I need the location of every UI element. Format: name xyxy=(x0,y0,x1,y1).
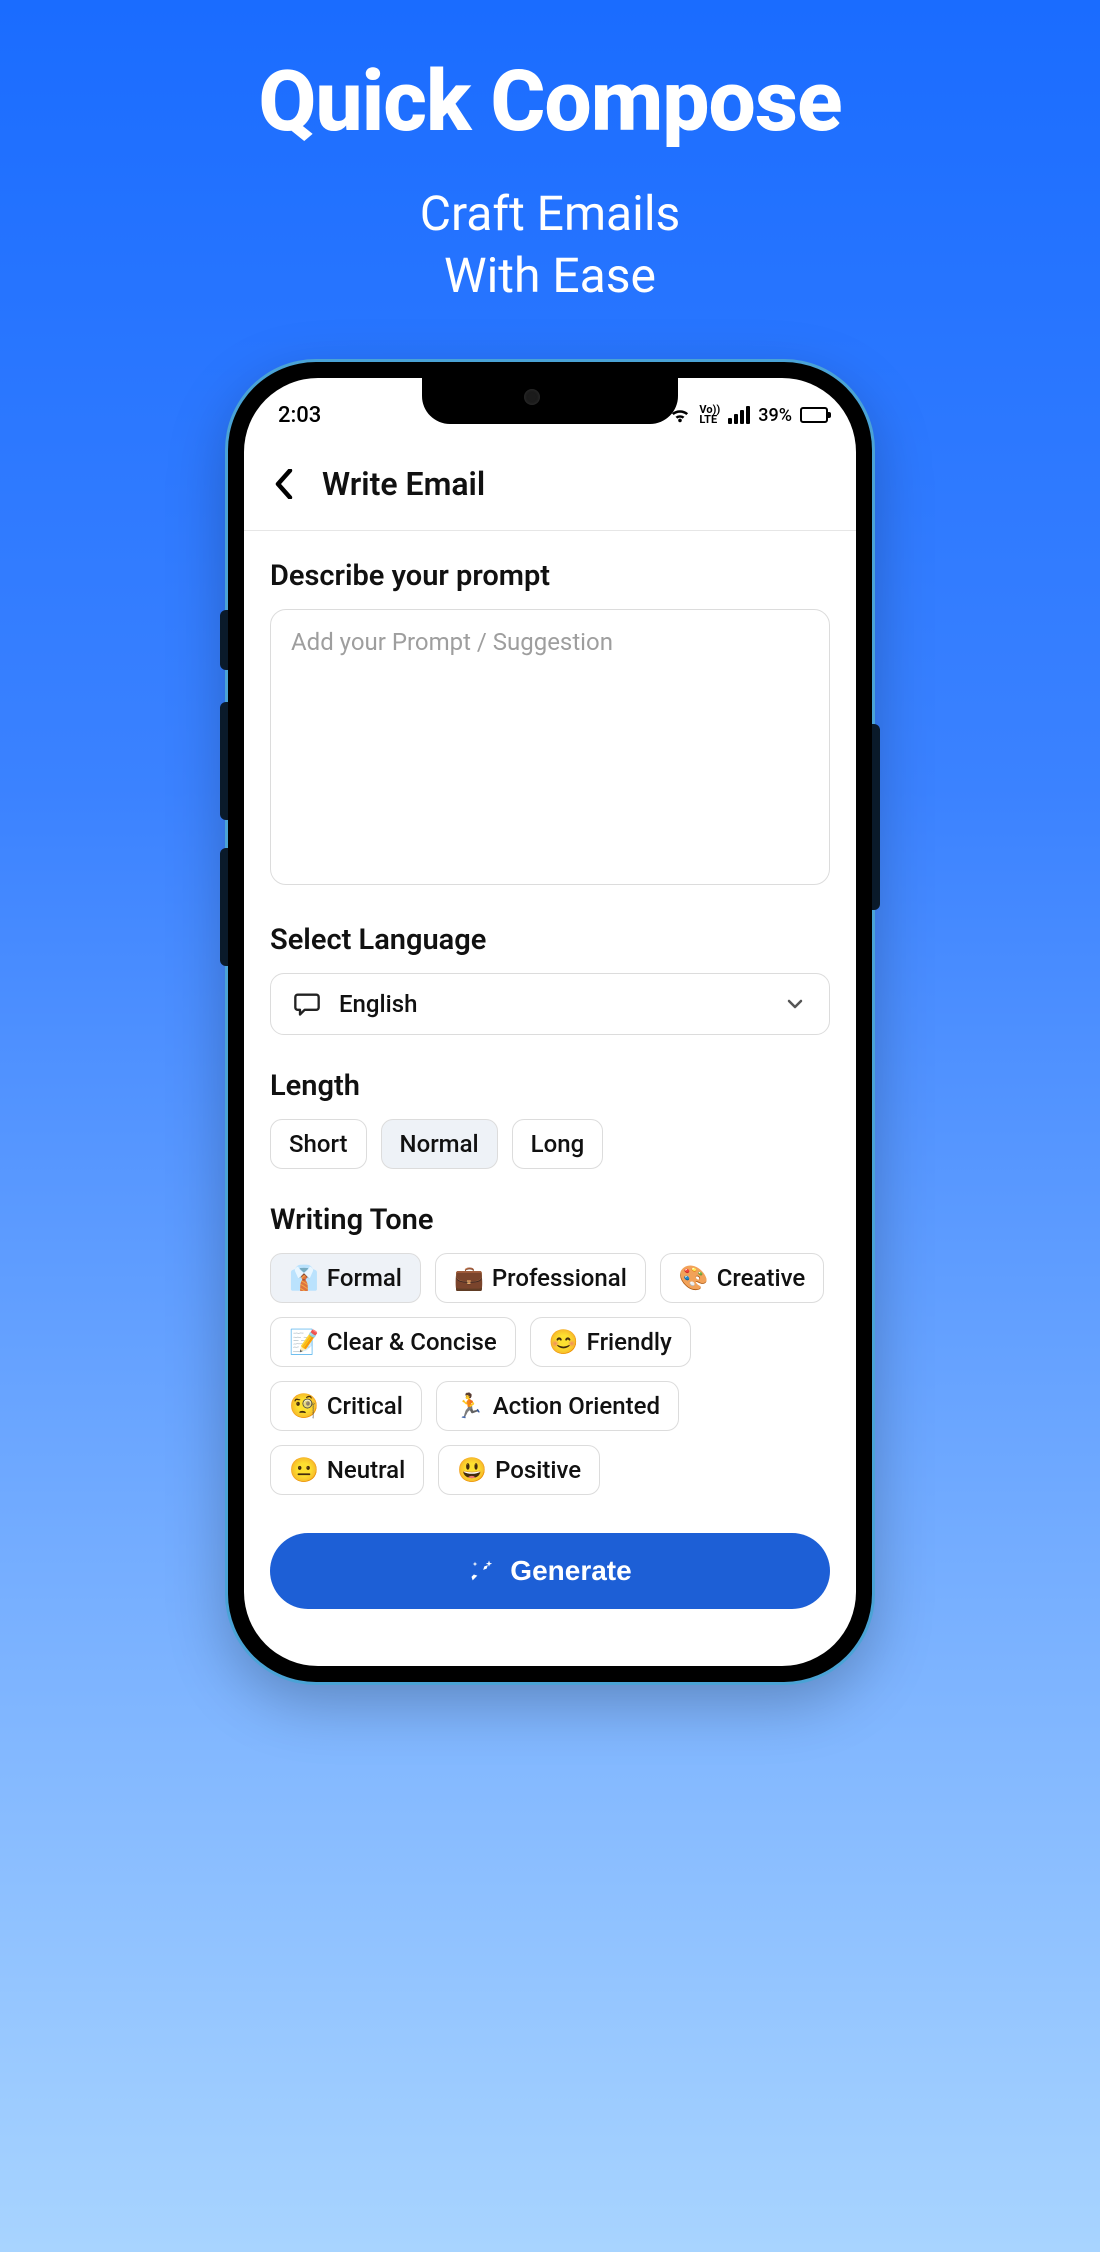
tone-option-action-oriented[interactable]: 🏃 Action Oriented xyxy=(436,1381,679,1431)
battery-icon xyxy=(800,407,828,423)
power-button xyxy=(872,724,880,910)
tone-option-friendly[interactable]: 😊 Friendly xyxy=(530,1317,691,1367)
chevron-down-icon xyxy=(783,992,807,1016)
tone-option-label: Positive xyxy=(495,1456,581,1484)
generate-button-label: Generate xyxy=(510,1555,631,1587)
language-selected-value: English xyxy=(339,990,417,1018)
tone-option-creative[interactable]: 🎨 Creative xyxy=(660,1253,824,1303)
tone-option-label: Professional xyxy=(492,1264,627,1292)
tone-label: Writing Tone xyxy=(270,1203,830,1237)
length-option-normal[interactable]: Normal xyxy=(381,1119,498,1169)
volume-down-button xyxy=(220,848,228,966)
tone-option-critical[interactable]: 🧐 Critical xyxy=(270,1381,422,1431)
length-option-long[interactable]: Long xyxy=(512,1119,604,1169)
tone-option-positive[interactable]: 😃 Positive xyxy=(438,1445,600,1495)
signal-icon xyxy=(728,406,750,424)
tone-option-label: Neutral xyxy=(327,1456,405,1484)
volume-up-button xyxy=(220,702,228,820)
phone-notch xyxy=(422,378,678,424)
tone-emoji: 📝 xyxy=(289,1328,319,1356)
side-button xyxy=(220,610,228,670)
tone-option-neutral[interactable]: 😐 Neutral xyxy=(270,1445,424,1495)
language-label: Select Language xyxy=(270,923,830,957)
tone-option-label: Critical xyxy=(327,1392,403,1420)
length-options: Short Normal Long xyxy=(270,1119,830,1169)
app-header: Write Email xyxy=(244,434,856,531)
tone-option-label: Friendly xyxy=(587,1328,672,1356)
tone-option-professional[interactable]: 💼 Professional xyxy=(435,1253,646,1303)
promo-subtitle: Craft Emails With Ease xyxy=(0,183,1100,308)
tone-emoji: 🏃 xyxy=(455,1392,485,1420)
length-label: Length xyxy=(270,1069,830,1103)
phone-screen: 2:03 Vo)) LTE 39% Write Email Describe y… xyxy=(244,378,856,1666)
battery-text: 39% xyxy=(758,405,792,426)
content-area: Describe your prompt Select Language Eng… xyxy=(244,531,856,1635)
status-time: 2:03 xyxy=(278,403,321,428)
tone-emoji: 😐 xyxy=(289,1456,319,1484)
tone-emoji: 🧐 xyxy=(289,1392,319,1420)
tone-options: 👔 Formal 💼 Professional 🎨 Creative 📝 Clear & Co… xyxy=(270,1253,830,1495)
tone-option-label: Action Oriented xyxy=(493,1392,660,1420)
promo-title: Quick Compose xyxy=(0,52,1100,151)
promo-subtitle-line1: Craft Emails xyxy=(420,185,681,242)
network-type-label: Vo)) LTE xyxy=(699,405,720,425)
generate-button[interactable]: Generate xyxy=(270,1533,830,1609)
phone-frame: 2:03 Vo)) LTE 39% Write Email Describe y… xyxy=(228,362,872,1682)
tone-emoji: 😊 xyxy=(549,1328,579,1356)
tone-option-label: Creative xyxy=(717,1264,805,1292)
prompt-input[interactable] xyxy=(270,609,830,885)
wand-icon xyxy=(468,1557,496,1585)
length-option-short[interactable]: Short xyxy=(270,1119,367,1169)
speech-icon xyxy=(293,990,321,1018)
tone-emoji: 🎨 xyxy=(679,1264,709,1292)
tone-emoji: 💼 xyxy=(454,1264,484,1292)
tone-option-label: Formal xyxy=(327,1264,402,1292)
back-button[interactable] xyxy=(262,462,306,506)
tone-emoji: 👔 xyxy=(289,1264,319,1292)
camera-dot xyxy=(524,389,540,405)
status-right: Vo)) LTE 39% xyxy=(669,405,828,426)
promo-subtitle-line2: With Ease xyxy=(444,247,656,304)
page-title: Write Email xyxy=(322,465,485,503)
prompt-label: Describe your prompt xyxy=(270,559,830,593)
tone-option-clear-concise[interactable]: 📝 Clear & Concise xyxy=(270,1317,516,1367)
tone-option-formal[interactable]: 👔 Formal xyxy=(270,1253,421,1303)
tone-option-label: Clear & Concise xyxy=(327,1328,497,1356)
chevron-left-icon xyxy=(274,469,294,499)
tone-emoji: 😃 xyxy=(457,1456,487,1484)
language-select[interactable]: English xyxy=(270,973,830,1035)
